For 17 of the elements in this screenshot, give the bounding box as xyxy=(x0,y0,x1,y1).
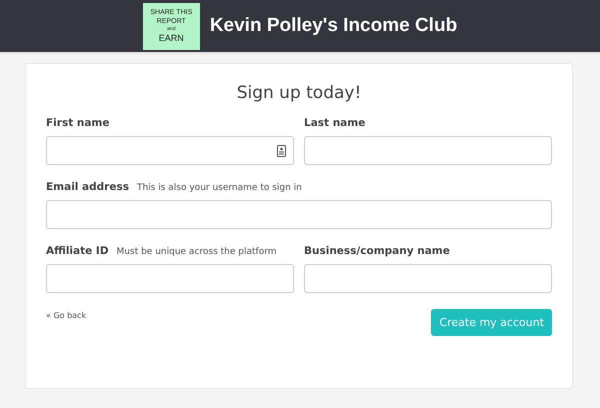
input-field[interactable] xyxy=(46,136,294,165)
field-label: Business/company name xyxy=(304,245,450,257)
field-label: Last name xyxy=(304,117,366,129)
field-label: Affiliate ID xyxy=(46,245,109,257)
input-field[interactable] xyxy=(46,200,552,229)
go-back-link[interactable]: « Go back xyxy=(46,311,86,320)
contact-card-icon[interactable] xyxy=(277,144,286,156)
field-hint: This is also your username to sign in xyxy=(136,183,302,193)
field-hint: Must be unique across the platform xyxy=(116,247,277,257)
input-field[interactable] xyxy=(46,264,294,293)
field-label: First name xyxy=(46,117,110,129)
form-heading: Sign up today! xyxy=(236,83,362,103)
field-label: Email address xyxy=(46,181,129,193)
input-field[interactable] xyxy=(304,136,552,165)
logo-text: EARN xyxy=(158,34,184,43)
site-title: Kevin Polley's Income Club xyxy=(210,15,458,37)
input-field[interactable] xyxy=(304,264,552,293)
